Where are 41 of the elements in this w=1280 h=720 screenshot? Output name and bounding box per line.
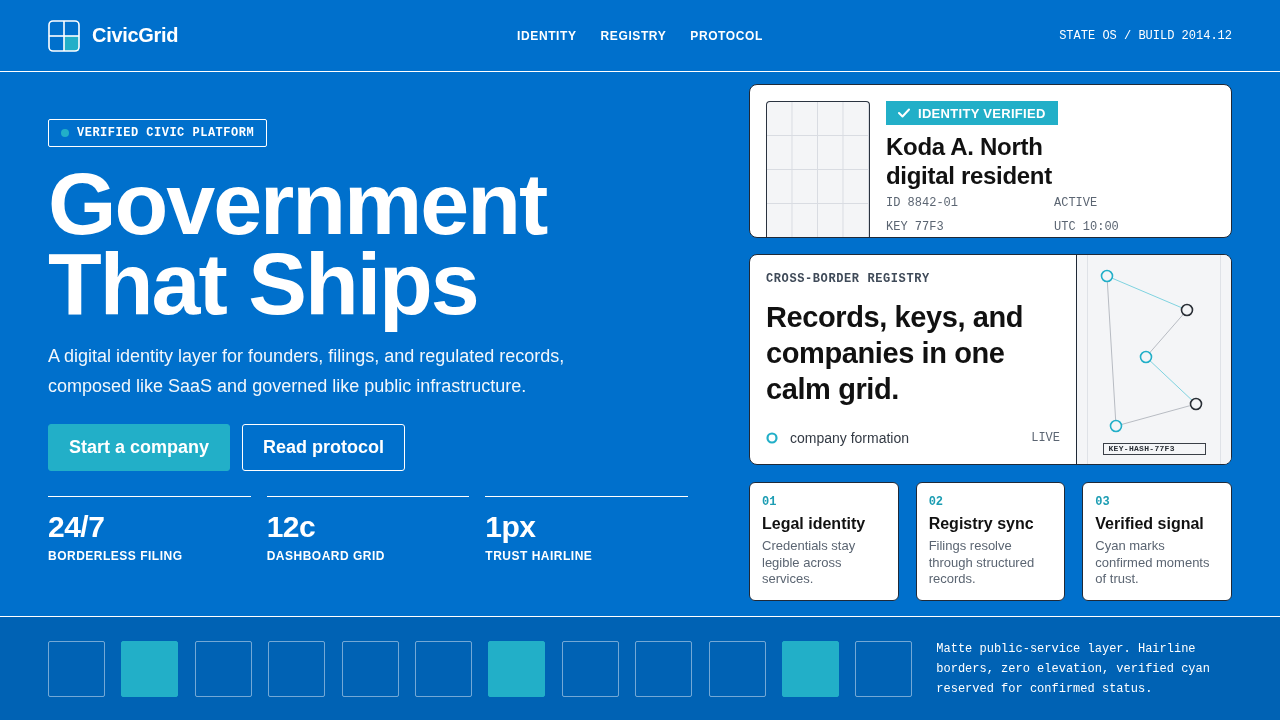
footer-note: Matte public-service layer. Hairline borders, zero elevation, verified cyan reserved for confirmed status.: [936, 640, 1211, 698]
feature-number: 01: [762, 495, 778, 509]
headline: Government That Ships: [48, 164, 548, 335]
build-label: STATE OS / BUILD 2014.12: [1059, 28, 1232, 43]
start-button[interactable]: Start a company: [48, 424, 231, 471]
registry-title: Records, keys, and companies in one calm grid.: [766, 300, 1025, 407]
feature-title: Verified signal: [1095, 514, 1205, 534]
stat-value: 1px: [485, 509, 537, 545]
platform-tag-text: VERIFIED CIVIC PLATFORM: [77, 126, 255, 140]
feature-title: Registry sync: [928, 514, 1035, 534]
protocol-button[interactable]: Read protocol: [242, 424, 406, 471]
intro-text: A digital identity layer for founders, filings, and regulated records, composed like SaaS and governed like public infrastructure.: [48, 345, 566, 398]
verified-text: IDENTITY VERIFIED: [918, 105, 1046, 121]
nav-link[interactable]: PROTOCOL: [690, 28, 763, 43]
registry-label: CROSS-BORDER REGISTRY: [766, 272, 930, 286]
stat-value: 12c: [266, 509, 317, 545]
feature-number: 03: [1095, 495, 1111, 509]
nav-link[interactable]: REGISTRY: [600, 28, 667, 43]
grid-logo-icon: [48, 19, 80, 52]
stat-value: 24/7: [48, 509, 106, 545]
id-detail: ID 8842-01: [886, 195, 958, 212]
feature-title: Legal identity: [762, 514, 867, 534]
check-icon: [898, 108, 910, 118]
id-detail: KEY 77F3: [886, 219, 944, 236]
stat-label: TRUST HAIRLINE: [485, 549, 594, 563]
ring-icon: [766, 432, 778, 444]
brand-name: CivicGrid: [92, 24, 179, 47]
hash-label: KEY-HASH-77F3: [1102, 443, 1206, 455]
stat-label: DASHBOARD GRID: [266, 549, 386, 563]
registry-item: company formation: [790, 430, 910, 446]
live-status: LIVE: [1031, 431, 1060, 445]
stat-label: BORDERLESS FILING: [48, 549, 184, 563]
feature-text: Cyan marks confirmed moments of trust.: [1095, 538, 1211, 588]
nav-link[interactable]: IDENTITY: [517, 28, 577, 43]
feature-text: Credentials stay legible across services.: [762, 538, 857, 588]
id-detail: UTC 10:00: [1054, 219, 1119, 236]
resident-name: Koda A. North digital resident: [886, 132, 1053, 190]
feature-text: Filings resolve through structured records.: [928, 538, 1036, 588]
status-dot-icon: [61, 129, 69, 137]
id-detail: ACTIVE: [1054, 195, 1098, 212]
feature-number: 02: [928, 495, 945, 509]
